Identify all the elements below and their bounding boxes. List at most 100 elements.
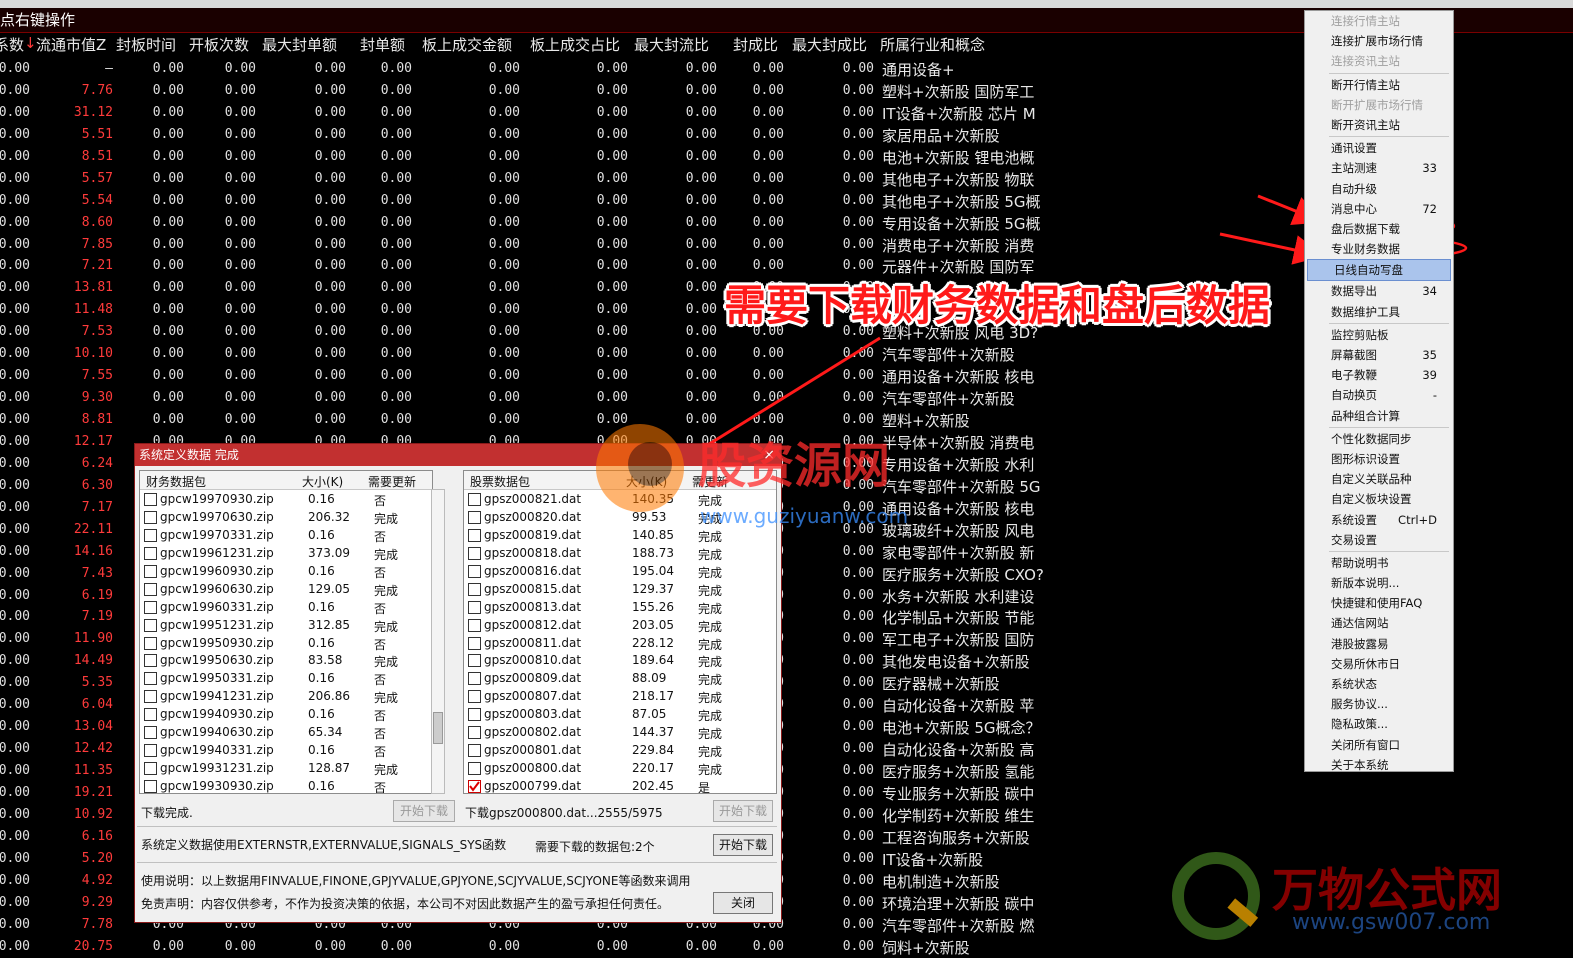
fin-start-download-button[interactable]: 开始下载 — [393, 800, 455, 822]
menu-item[interactable]: 连接扩展市场行情 — [1305, 31, 1453, 51]
menu-item[interactable]: 品种组合计算 — [1305, 406, 1453, 426]
menu-item[interactable]: 交易所休市日 — [1305, 654, 1453, 674]
checkbox[interactable] — [468, 726, 481, 740]
list-item[interactable]: gpsz000818.dat 188.73 完成 — [464, 544, 776, 562]
checkbox[interactable] — [468, 708, 481, 722]
checkbox[interactable] — [468, 654, 481, 668]
menu-item[interactable]: 帮助说明书 — [1305, 553, 1453, 573]
menu-item[interactable]: 通讯设置 — [1305, 138, 1453, 158]
list-item[interactable]: gpcw19961231.zip 373.09 完成 — [140, 544, 432, 562]
list-item[interactable]: gpcw19950930.zip 0.16 否 — [140, 634, 432, 652]
menu-item[interactable]: 系统设置 Ctrl+D — [1305, 510, 1453, 530]
list-item[interactable]: gpcw19970630.zip 206.32 完成 — [140, 508, 432, 526]
checkbox[interactable] — [468, 600, 481, 614]
list-item[interactable]: gpsz000803.dat 87.05 完成 — [464, 705, 776, 723]
dialog-close-button[interactable]: 关闭 — [713, 892, 773, 914]
checkbox[interactable] — [468, 780, 481, 793]
menu-item[interactable]: 消息中心 72 — [1305, 199, 1453, 219]
menu-item[interactable]: 监控剪贴板 — [1305, 325, 1453, 345]
list-item[interactable]: gpsz000802.dat 144.37 完成 — [464, 723, 776, 741]
checkbox[interactable] — [468, 564, 481, 578]
menu-item[interactable]: 隐私政策... — [1305, 714, 1453, 734]
list-item[interactable]: gpsz000810.dat 189.64 完成 — [464, 651, 776, 669]
menu-item[interactable]: 自动升级 — [1305, 179, 1453, 199]
list-column-header[interactable]: 股票数据包 — [470, 473, 530, 490]
system-menu[interactable]: 连接行情主站 连接扩展市场行情 连接资讯主站 断开行情主站 断开扩展市场行情 断开资讯主站… — [1304, 10, 1454, 772]
list-column-header[interactable]: 大小(K) — [302, 473, 343, 490]
checkbox[interactable] — [144, 762, 157, 776]
menu-item[interactable]: 断开行情主站 — [1305, 75, 1453, 95]
finance-package-list[interactable]: 财务数据包 大小(K) 需要更新 gpcw19970930.zip 0.16 否 gpcw1… — [139, 470, 433, 794]
list-item[interactable]: gpcw19931231.zip 128.87 完成 — [140, 759, 432, 777]
checkbox[interactable] — [144, 618, 157, 632]
checkbox[interactable] — [144, 564, 157, 578]
menu-item[interactable]: 自定义关联品种 — [1305, 469, 1453, 489]
checkbox[interactable] — [468, 582, 481, 596]
menu-item[interactable]: 新版本说明... — [1305, 573, 1453, 593]
list-item[interactable]: gpcw19970930.zip 0.16 否 — [140, 490, 432, 508]
list-item[interactable]: gpcw19940630.zip 65.34 否 — [140, 723, 432, 741]
list-item[interactable]: gpsz000813.dat 155.26 完成 — [464, 598, 776, 616]
checkbox[interactable] — [144, 510, 157, 524]
menu-item[interactable]: 主站测速 33 — [1305, 158, 1453, 178]
checkbox[interactable] — [144, 708, 157, 722]
checkbox[interactable] — [144, 690, 157, 704]
list-item[interactable]: gpcw19950630.zip 83.58 完成 — [140, 651, 432, 669]
list-column-header[interactable]: 需要更新 — [368, 473, 416, 490]
menu-item[interactable]: 自动换页 - — [1305, 385, 1453, 405]
list-item[interactable]: gpcw19940331.zip 0.16 否 — [140, 741, 432, 759]
checkbox[interactable] — [468, 493, 481, 506]
list-item[interactable]: gpsz000807.dat 218.17 完成 — [464, 687, 776, 705]
menu-item[interactable]: 断开资讯主站 — [1305, 115, 1453, 135]
list-item[interactable]: gpsz000801.dat 229.84 完成 — [464, 741, 776, 759]
list-item[interactable]: gpsz000800.dat 220.17 完成 — [464, 759, 776, 777]
menu-item[interactable]: 专业财务数据 — [1305, 239, 1453, 259]
checkbox[interactable] — [144, 528, 157, 542]
checkbox[interactable] — [144, 672, 157, 686]
checkbox[interactable] — [144, 654, 157, 668]
list-item[interactable]: gpsz000816.dat 195.04 完成 — [464, 562, 776, 580]
list-item[interactable]: gpsz000799.dat 202.45 是 — [464, 777, 776, 793]
menu-item[interactable]: 日线自动写盘 — [1307, 259, 1451, 282]
menu-item[interactable]: 数据维护工具 — [1305, 302, 1453, 322]
menu-item[interactable]: 数据导出 34 — [1305, 281, 1453, 301]
menu-item[interactable]: 系统状态 — [1305, 674, 1453, 694]
list-item[interactable]: gpcw19950331.zip 0.16 否 — [140, 669, 432, 687]
menu-item[interactable]: 港股披露易 — [1305, 634, 1453, 654]
list-item[interactable]: gpcw19940930.zip 0.16 否 — [140, 705, 432, 723]
menu-item[interactable]: 电子教鞭 39 — [1305, 365, 1453, 385]
menu-item[interactable]: 屏幕截图 35 — [1305, 345, 1453, 365]
list-item[interactable]: gpcw19951231.zip 312.85 完成 — [140, 616, 432, 634]
list-item[interactable]: gpsz000809.dat 88.09 完成 — [464, 669, 776, 687]
menu-item[interactable]: 图形标识设置 — [1305, 449, 1453, 469]
list-column-header[interactable]: 财务数据包 — [146, 473, 206, 490]
list-item[interactable]: gpcw19930930.zip 0.16 否 — [140, 777, 432, 793]
stk-start-download-button[interactable]: 开始下载 — [713, 800, 773, 822]
menu-item[interactable]: 快捷键和使用FAQ — [1305, 593, 1453, 613]
checkbox[interactable] — [468, 636, 481, 650]
menu-item[interactable]: 服务协议... — [1305, 694, 1453, 714]
checkbox[interactable] — [144, 636, 157, 650]
list-item[interactable]: gpsz000812.dat 203.05 完成 — [464, 616, 776, 634]
list-item[interactable]: gpsz000815.dat 129.37 完成 — [464, 580, 776, 598]
checkbox[interactable] — [468, 618, 481, 632]
checkbox[interactable] — [468, 762, 481, 776]
list-item[interactable]: gpsz000811.dat 228.12 完成 — [464, 634, 776, 652]
menu-item[interactable]: 盘后数据下载 — [1305, 219, 1453, 239]
checkbox[interactable] — [144, 546, 157, 560]
list-scrollbar[interactable] — [431, 489, 445, 794]
checkbox[interactable] — [468, 672, 481, 686]
checkbox[interactable] — [468, 510, 481, 524]
checkbox[interactable] — [144, 582, 157, 596]
list-item[interactable]: gpcw19960331.zip 0.16 否 — [140, 598, 432, 616]
menu-item[interactable]: 个性化数据同步 — [1305, 429, 1453, 449]
checkbox[interactable] — [144, 744, 157, 758]
menu-item[interactable]: 关于本系统 — [1305, 755, 1453, 775]
list-item[interactable]: gpcw19960930.zip 0.16 否 — [140, 562, 432, 580]
menu-item[interactable]: 关闭所有窗口 — [1305, 735, 1453, 755]
checkbox[interactable] — [468, 690, 481, 704]
checkbox[interactable] — [144, 493, 157, 506]
menu-item[interactable]: 通达信网站 — [1305, 613, 1453, 633]
menu-item[interactable]: 自定义板块设置 — [1305, 489, 1453, 509]
list-item[interactable]: gpcw19960630.zip 129.05 完成 — [140, 580, 432, 598]
